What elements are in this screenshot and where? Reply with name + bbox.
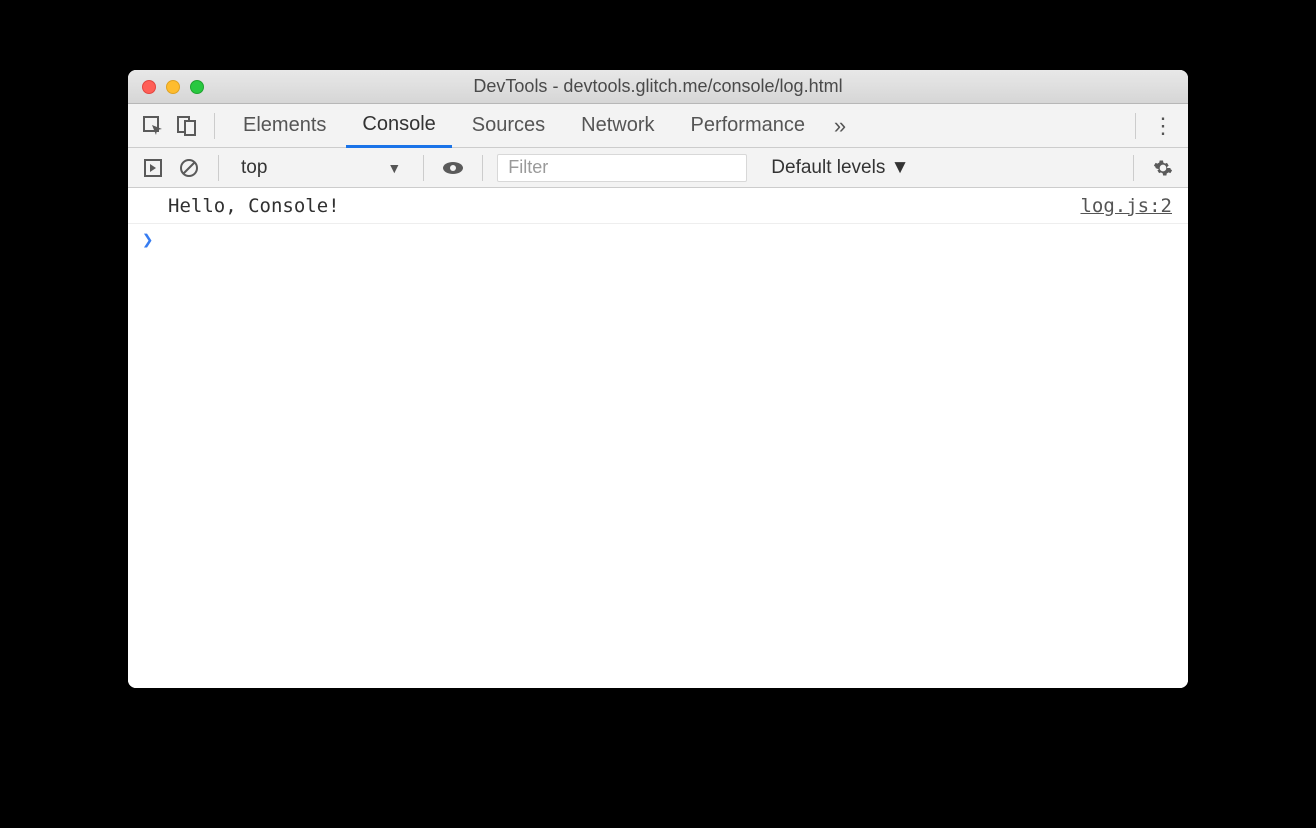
toggle-device-toolbar-icon[interactable]: [172, 111, 202, 141]
divider: [423, 155, 424, 181]
chevron-down-icon: ▼: [387, 160, 401, 176]
kebab-menu-icon[interactable]: ⋮: [1148, 111, 1178, 141]
divider: [1133, 155, 1134, 181]
tab-performance[interactable]: Performance: [675, 104, 822, 148]
tab-label: Elements: [243, 114, 326, 137]
tab-label: Network: [581, 114, 654, 137]
tab-sources[interactable]: Sources: [456, 104, 561, 148]
levels-label: Default levels ▼: [771, 157, 909, 178]
console-prompt-row[interactable]: ❯: [128, 224, 1188, 256]
more-tabs-icon[interactable]: »: [825, 111, 855, 141]
titlebar: DevTools - devtools.glitch.me/console/lo…: [128, 70, 1188, 104]
devtools-tabs: Elements Console Sources Network Perform…: [128, 104, 1188, 148]
log-source-link[interactable]: log.js:2: [1080, 195, 1172, 217]
filter-input[interactable]: [497, 154, 747, 182]
minimize-window-button[interactable]: [166, 80, 180, 94]
tab-label: Performance: [691, 114, 806, 137]
tab-label: Sources: [472, 114, 545, 137]
prompt-chevron-icon: ❯: [142, 229, 153, 251]
toggle-console-drawer-icon[interactable]: [138, 153, 168, 183]
divider: [214, 113, 215, 139]
window-title: DevTools - devtools.glitch.me/console/lo…: [128, 76, 1188, 97]
close-window-button[interactable]: [142, 80, 156, 94]
divider: [218, 155, 219, 181]
console-log-row[interactable]: Hello, Console! log.js:2: [128, 188, 1188, 224]
tab-network[interactable]: Network: [565, 104, 670, 148]
tab-console[interactable]: Console: [346, 104, 451, 148]
tab-label: Console: [362, 113, 435, 136]
log-levels-selector[interactable]: Default levels ▼: [753, 157, 909, 179]
console-settings-icon[interactable]: [1148, 153, 1178, 183]
console-output: Hello, Console! log.js:2 ❯: [128, 188, 1188, 688]
live-expression-icon[interactable]: [438, 153, 468, 183]
devtools-window: DevTools - devtools.glitch.me/console/lo…: [128, 70, 1188, 688]
execution-context-selector[interactable]: top ▼: [233, 157, 409, 179]
divider: [1135, 113, 1136, 139]
context-label: top: [241, 157, 267, 179]
console-toolbar: top ▼ Default levels ▼: [128, 148, 1188, 188]
divider: [482, 155, 483, 181]
tab-elements[interactable]: Elements: [227, 104, 342, 148]
clear-console-icon[interactable]: [174, 153, 204, 183]
inspect-element-icon[interactable]: [138, 111, 168, 141]
log-message: Hello, Console!: [168, 195, 1080, 217]
zoom-window-button[interactable]: [190, 80, 204, 94]
window-controls: [128, 80, 204, 94]
